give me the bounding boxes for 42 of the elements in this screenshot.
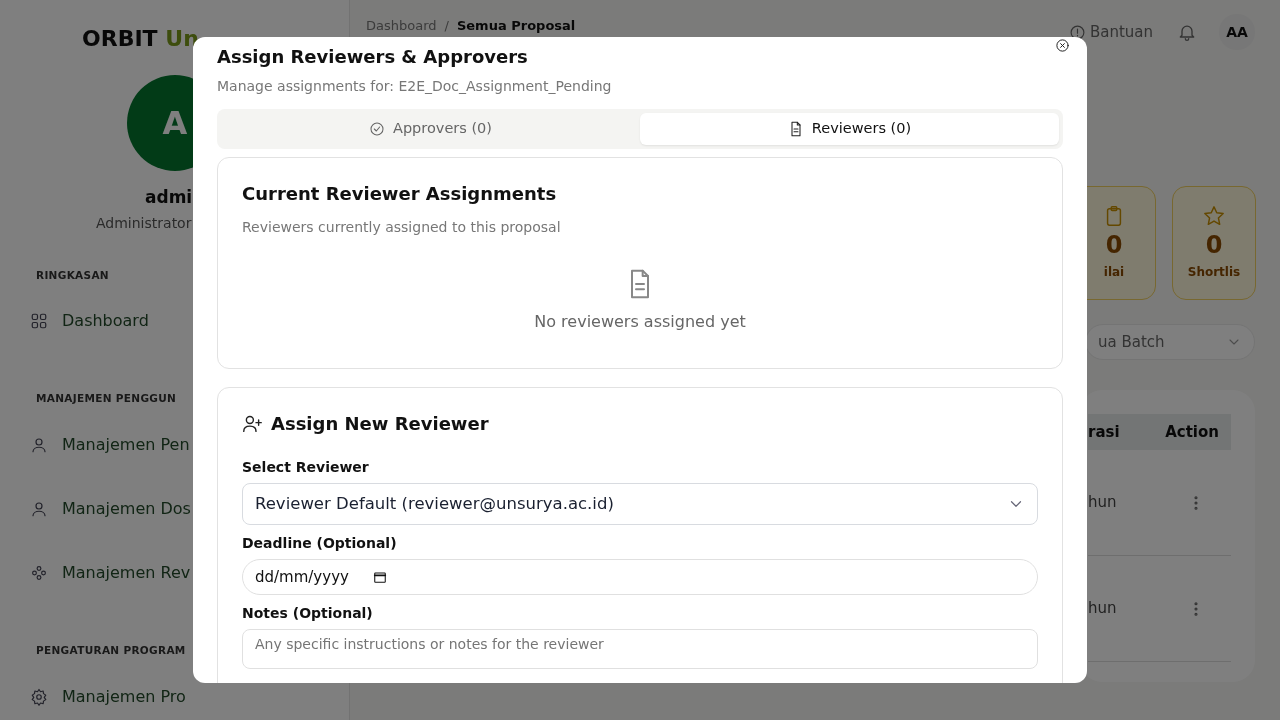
dialog-title: Assign Reviewers & Approvers [217, 45, 529, 69]
field-label: Deadline (Optional) [242, 534, 398, 553]
stat-card: 0 Shortlis [1172, 186, 1256, 300]
section-heading: RINGKASAN [36, 267, 109, 283]
panel-subtitle: Reviewers currently assigned to this proposal [242, 218, 562, 237]
section-heading: MANAJEMEN PENGGUN [36, 391, 177, 407]
user-name: admi [145, 186, 193, 209]
empty-message: No reviewers assigned yet [534, 311, 746, 333]
logo-text: Un [165, 26, 199, 51]
panel-title: Assign New Reviewer [271, 412, 489, 436]
calendar-icon [372, 570, 387, 584]
user-role: Administrator [96, 213, 192, 233]
panel-title: Current Reviewer Assignments [242, 182, 558, 206]
column-header: Action [1165, 421, 1219, 443]
add-user-icon [242, 413, 263, 434]
reviewer-select[interactable]: Reviewer Default (reviewer@unsurya.ac.id) [242, 483, 1038, 525]
logo-text: ORBIT [82, 26, 158, 51]
table-cell-text: hun [1088, 598, 1117, 620]
notes-field[interactable]: Any specific instructions or notes for the reviewer [242, 629, 1038, 669]
gear-icon [30, 687, 48, 706]
batch-select[interactable]: ua Batch [1085, 324, 1255, 360]
column-header: rasi [1088, 421, 1120, 443]
section-heading: PENGATURAN PROGRAM [36, 643, 186, 658]
breadcrumb-item[interactable]: Dashboard [366, 16, 437, 36]
tab[interactable]: Reviewers (0) [640, 113, 1059, 145]
help-link[interactable]: Bantuan [1068, 20, 1153, 44]
people-icon [30, 564, 48, 582]
user-icon [30, 436, 48, 454]
star-icon [1203, 205, 1225, 227]
user-icon [30, 500, 48, 518]
profile-avatar[interactable]: AA [1219, 14, 1255, 50]
check-circle-icon [369, 121, 385, 137]
tab[interactable]: Approvers (0) [221, 113, 640, 145]
field-label: Select Reviewer [242, 458, 370, 477]
table-cell-text: hun [1088, 492, 1117, 514]
breadcrumb-item[interactable]: Semua Proposal [456, 16, 576, 36]
breadcrumb-separator: / [444, 17, 449, 35]
sidebar-item[interactable]: Dashboard [30, 289, 349, 354]
field-label: Notes (Optional) [242, 604, 374, 623]
close-icon[interactable] [1055, 38, 1070, 53]
grid-icon [30, 312, 48, 331]
info-icon [1068, 23, 1086, 41]
